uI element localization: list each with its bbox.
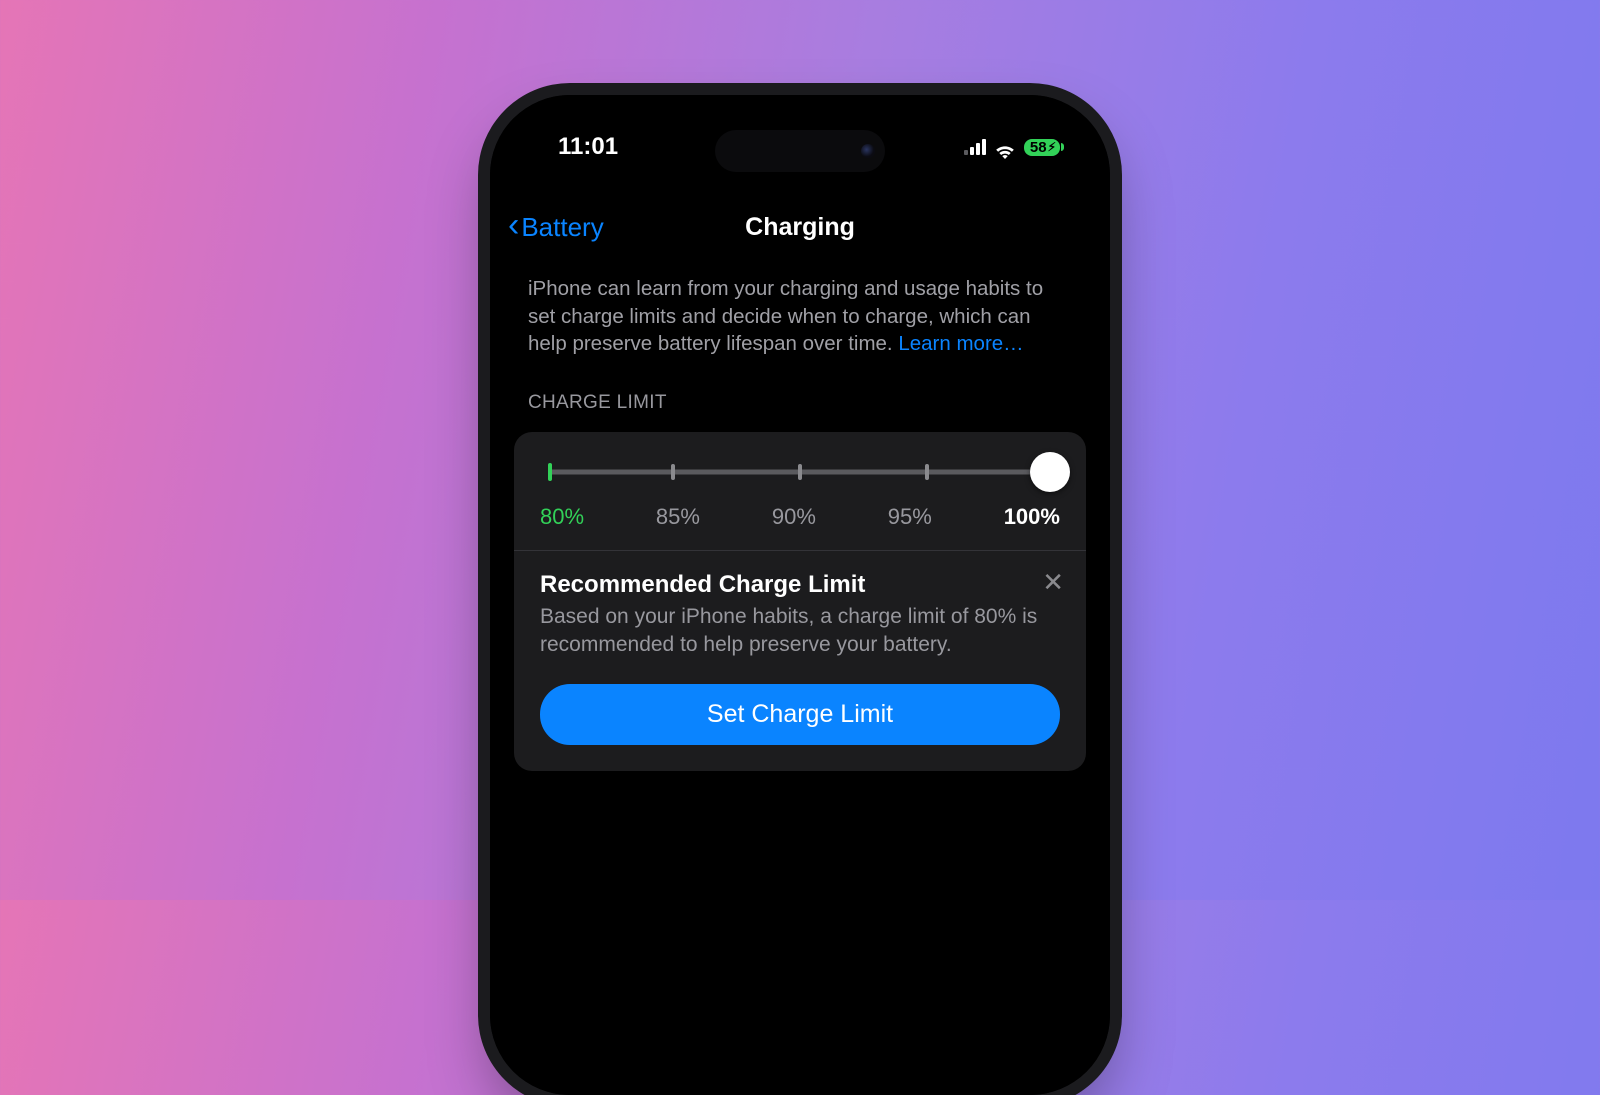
cellular-signal-icon xyxy=(964,139,986,155)
slider-step-labels: 80% 85% 90% 95% 100% xyxy=(540,504,1060,530)
set-charge-limit-button[interactable]: Set Charge Limit xyxy=(540,684,1060,745)
recommendation-body: Based on your iPhone habits, a charge li… xyxy=(540,603,1060,660)
page-title: Charging xyxy=(745,213,855,242)
step-85: 85% xyxy=(656,504,700,530)
close-icon[interactable]: ✕ xyxy=(1042,569,1064,595)
battery-pct: 58 xyxy=(1030,140,1047,155)
wifi-icon xyxy=(994,139,1016,155)
recommendation-title: Recommended Charge Limit xyxy=(540,571,1060,599)
charging-bolt-icon: ⚡︎ xyxy=(1048,141,1056,153)
charge-limit-slider-box: 80% 85% 90% 95% 100% xyxy=(514,432,1086,551)
step-80: 80% xyxy=(540,504,584,530)
screen: 11:01 58⚡︎ xyxy=(490,95,1110,1095)
back-label: Battery xyxy=(521,212,603,243)
nav-bar: ‹ Battery Charging xyxy=(490,203,1110,251)
phone-frame: 11:01 58⚡︎ xyxy=(490,95,1110,1095)
charge-limit-slider[interactable] xyxy=(540,460,1060,484)
learn-more-link[interactable]: Learn more… xyxy=(898,332,1023,355)
step-90: 90% xyxy=(772,504,816,530)
intro-text: iPhone can learn from your charging and … xyxy=(528,275,1072,358)
step-100: 100% xyxy=(1004,504,1060,530)
status-bar: 11:01 58⚡︎ xyxy=(490,133,1110,161)
recommendation-box: ✕ Recommended Charge Limit Based on your… xyxy=(514,551,1086,771)
slider-knob[interactable] xyxy=(1030,452,1070,492)
chevron-left-icon: ‹ xyxy=(508,208,519,242)
step-95: 95% xyxy=(888,504,932,530)
battery-indicator: 58⚡︎ xyxy=(1024,139,1060,156)
charge-limit-card: 80% 85% 90% 95% 100% ✕ Recommended Charg… xyxy=(514,432,1086,771)
status-time: 11:01 xyxy=(558,133,618,161)
back-button[interactable]: ‹ Battery xyxy=(508,212,604,243)
section-header-charge-limit: CHARGE LIMIT xyxy=(528,392,1072,414)
